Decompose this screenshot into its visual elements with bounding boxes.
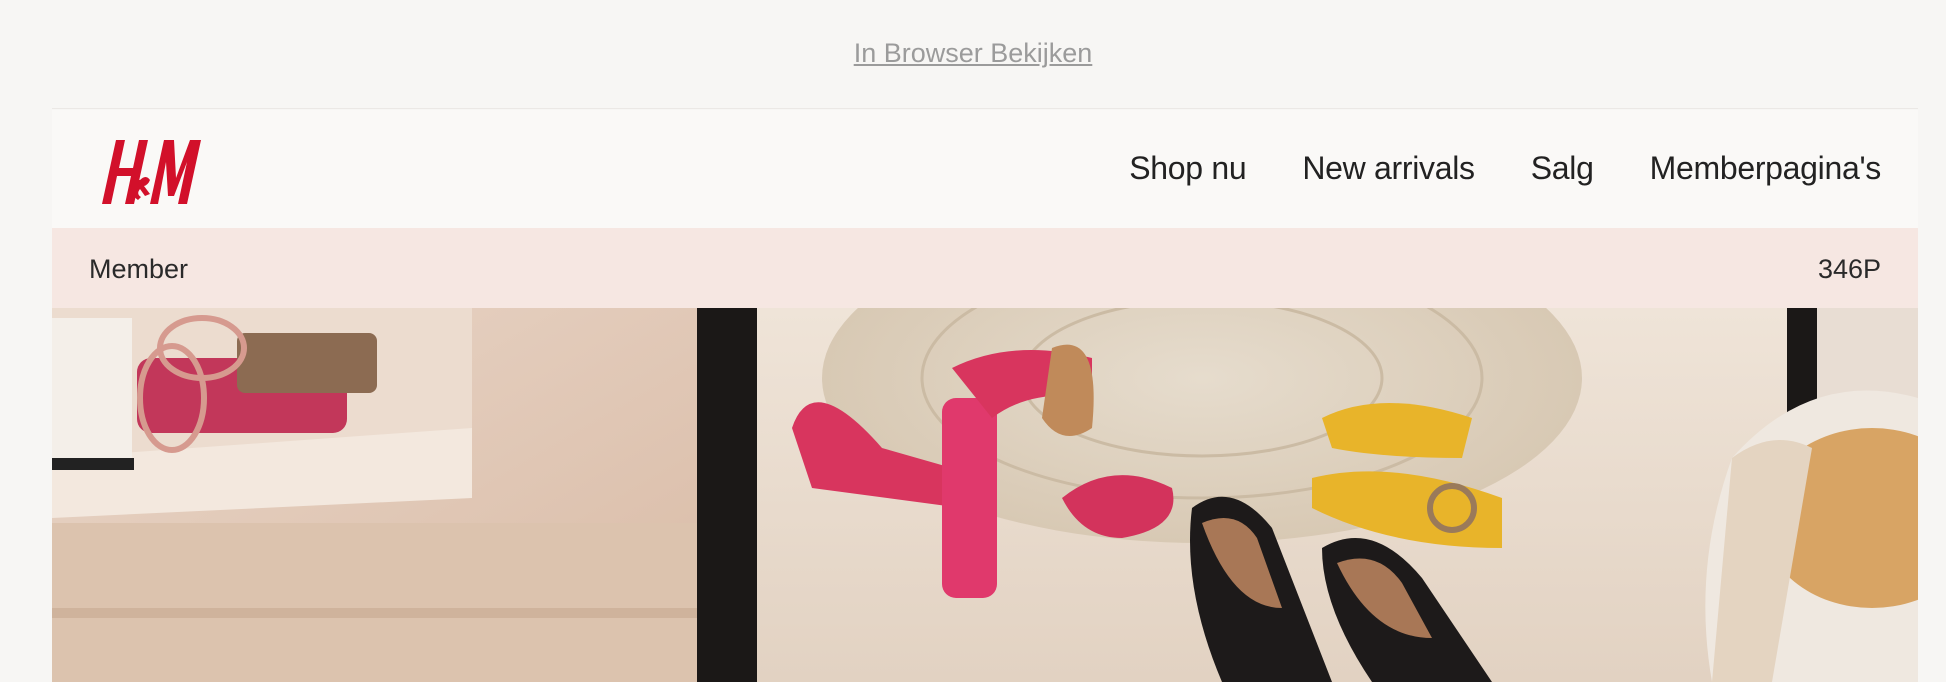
nav-sale[interactable]: Salg — [1531, 150, 1594, 187]
member-points: 346P — [1817, 254, 1881, 284]
member-label: Member — [89, 254, 189, 284]
view-in-browser-link[interactable]: In Browser Bekijken — [0, 38, 1946, 69]
hm-logo[interactable] — [88, 126, 208, 216]
main-nav: Shop nu New arrivals Salg Memberpagina's — [1129, 150, 1881, 187]
nav-shop-now[interactable]: Shop nu — [1129, 150, 1246, 187]
email-header: Shop nu New arrivals Salg Memberpagina's — [52, 110, 1918, 228]
nav-member-pages[interactable]: Memberpagina's — [1650, 150, 1882, 187]
hero-image[interactable] — [52, 308, 1918, 682]
nav-new-arrivals[interactable]: New arrivals — [1302, 150, 1475, 187]
member-bar: Member 346P — [52, 228, 1918, 308]
preheader: In Browser Bekijken — [0, 0, 1946, 108]
divider — [52, 108, 1918, 109]
shoes-photo-illustration — [52, 308, 1918, 682]
